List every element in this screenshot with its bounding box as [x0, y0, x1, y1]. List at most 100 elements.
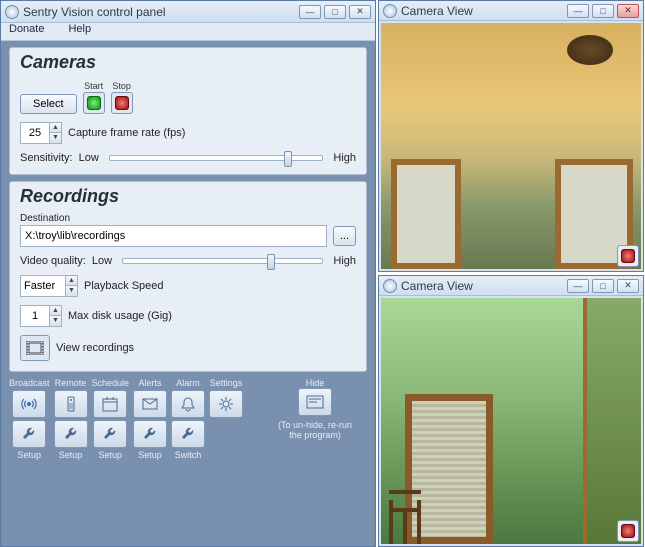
camera-view-2-window: Camera View — □ ✕	[378, 275, 644, 547]
alarm-switch-label: Switch	[175, 450, 202, 460]
alerts-label: Alerts	[139, 378, 162, 388]
cam1-maximize[interactable]: □	[592, 4, 614, 18]
remote-setup-label: Setup	[59, 450, 83, 460]
cam1-record-button[interactable]	[617, 245, 639, 267]
cam1-light-fixture	[567, 35, 613, 65]
cam2-title: Camera View	[401, 279, 567, 293]
playback-up[interactable]: ▲	[65, 276, 77, 286]
cam2-record-button[interactable]	[617, 520, 639, 542]
disk-up[interactable]: ▲	[49, 306, 61, 316]
fps-up[interactable]: ▲	[49, 123, 61, 133]
playback-down[interactable]: ▼	[65, 286, 77, 296]
broadcast-label: Broadcast	[9, 378, 50, 388]
video-quality-thumb[interactable]	[267, 254, 275, 270]
record-icon	[621, 249, 635, 263]
sensitivity-high: High	[333, 152, 356, 164]
film-icon	[26, 341, 44, 355]
select-camera-button[interactable]: Select	[20, 94, 77, 114]
video-quality-high: High	[333, 255, 356, 267]
cam2-feed	[381, 298, 641, 544]
cam2-maximize[interactable]: □	[592, 279, 614, 293]
gear-icon	[218, 396, 234, 412]
sensitivity-slider[interactable]	[109, 155, 324, 161]
schedule-setup-label: Setup	[99, 450, 123, 460]
hide-button[interactable]	[298, 388, 332, 416]
wrench-icon	[63, 426, 79, 442]
view-recordings-button[interactable]	[20, 335, 50, 361]
broadcast-setup-button[interactable]	[12, 420, 46, 448]
playback-label: Playback Speed	[84, 280, 164, 292]
schedule-setup-button[interactable]	[93, 420, 127, 448]
tool-remote: Remote Setup	[54, 378, 88, 460]
tool-alerts: Alerts Setup	[133, 378, 167, 460]
alerts-button[interactable]	[133, 390, 167, 418]
recordings-heading: Recordings	[20, 186, 356, 207]
broadcast-icon	[20, 396, 38, 412]
wrench-icon	[102, 426, 118, 442]
fps-spinner[interactable]: ▲▼	[20, 122, 62, 144]
remote-label: Remote	[55, 378, 87, 388]
start-button[interactable]	[83, 92, 105, 114]
maximize-button[interactable]: □	[324, 5, 346, 19]
video-quality-slider[interactable]	[122, 258, 323, 264]
cam2-chair	[385, 474, 433, 544]
control-panel-window: Sentry Vision control panel — □ ✕ Donate…	[0, 0, 376, 547]
bottom-toolbar: Broadcast Setup Remote Setup Schedule Se…	[9, 378, 367, 460]
alerts-setup-button[interactable]	[133, 420, 167, 448]
video-quality-low: Low	[92, 255, 112, 267]
playback-input[interactable]	[21, 276, 65, 296]
sensitivity-thumb[interactable]	[284, 151, 292, 167]
wrench-icon	[142, 426, 158, 442]
stop-label: Stop	[111, 81, 133, 91]
wrench-icon	[21, 426, 37, 442]
cam1-app-icon	[383, 4, 397, 18]
view-recordings-label: View recordings	[56, 342, 134, 354]
cam2-titlebar[interactable]: Camera View — □ ✕	[379, 276, 643, 296]
start-label: Start	[83, 81, 105, 91]
tool-settings: Settings	[209, 378, 243, 460]
alerts-setup-label: Setup	[138, 450, 162, 460]
alarm-switch-button[interactable]	[171, 420, 205, 448]
titlebar[interactable]: Sentry Vision control panel — □ ✕	[1, 1, 375, 23]
cam1-title: Camera View	[401, 4, 567, 18]
cam2-wall-right	[583, 298, 641, 544]
destination-input[interactable]	[20, 225, 327, 247]
cam1-close[interactable]: ✕	[617, 4, 639, 18]
hide-icon	[306, 395, 324, 409]
cam1-minimize[interactable]: —	[567, 4, 589, 18]
menu-help[interactable]: Help	[68, 23, 91, 40]
tool-broadcast: Broadcast Setup	[9, 378, 50, 460]
alarm-label: Alarm	[176, 378, 200, 388]
fps-input[interactable]	[21, 123, 49, 143]
mail-icon	[142, 396, 158, 412]
settings-button[interactable]	[209, 390, 243, 418]
stop-button[interactable]	[111, 92, 133, 114]
tool-schedule: Schedule Setup	[92, 378, 130, 460]
hide-label: Hide	[306, 378, 325, 388]
cameras-section: Cameras Select Start Stop ▲▼ Capture fra…	[9, 47, 367, 175]
camera-view-1-window: Camera View — □ ✕	[378, 0, 644, 272]
cam2-minimize[interactable]: —	[567, 279, 589, 293]
disk-spinner[interactable]: ▲▼	[20, 305, 62, 327]
menu-donate[interactable]: Donate	[9, 23, 44, 40]
disk-input[interactable]	[21, 306, 49, 326]
stop-icon	[115, 96, 129, 110]
close-button[interactable]: ✕	[349, 5, 371, 19]
browse-button[interactable]: ...	[333, 226, 356, 246]
broadcast-button[interactable]	[12, 390, 46, 418]
cam2-close[interactable]: ✕	[617, 279, 639, 293]
bell-icon	[180, 396, 196, 412]
alarm-button[interactable]	[171, 390, 205, 418]
remote-button[interactable]	[54, 390, 88, 418]
remote-setup-button[interactable]	[54, 420, 88, 448]
tool-hide: Hide (To un-hide, re-run the program)	[275, 378, 355, 460]
hide-hint: (To un-hide, re-run the program)	[275, 420, 355, 440]
fps-down[interactable]: ▼	[49, 133, 61, 143]
schedule-button[interactable]	[93, 390, 127, 418]
minimize-button[interactable]: —	[299, 5, 321, 19]
disk-down[interactable]: ▼	[49, 316, 61, 326]
fps-label: Capture frame rate (fps)	[68, 127, 185, 139]
cam1-titlebar[interactable]: Camera View — □ ✕	[379, 1, 643, 21]
cam1-feed	[381, 23, 641, 269]
playback-spinner[interactable]: ▲▼	[20, 275, 78, 297]
